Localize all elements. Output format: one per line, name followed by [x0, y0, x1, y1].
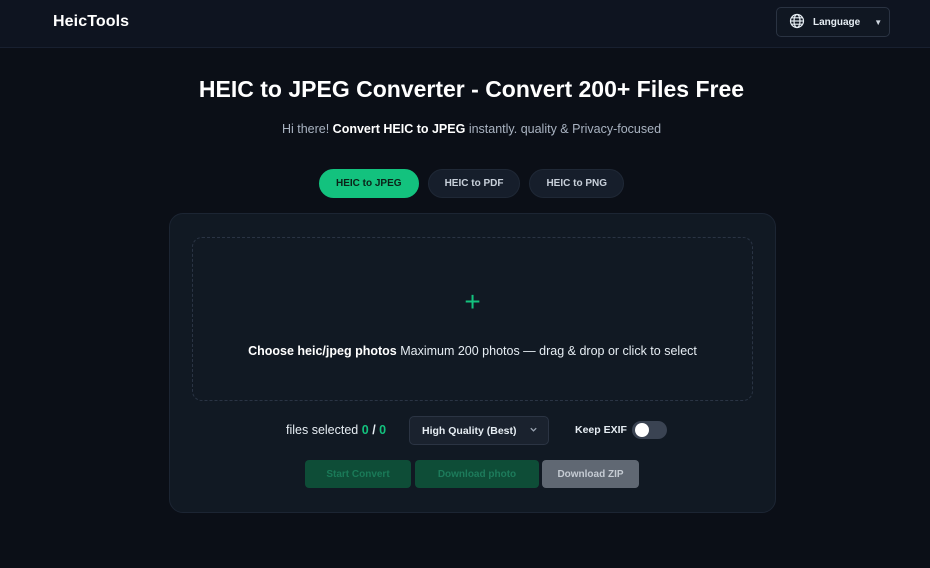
- dropzone-bold-text: Choose heic/jpeg photos: [248, 344, 397, 358]
- toggle-knob: [635, 423, 649, 437]
- top-header: HeicTools Language ▼: [0, 0, 930, 48]
- converter-card: + Choose heic/jpeg photos Maximum 200 ph…: [169, 213, 776, 513]
- converter-tabs: HEIC to JPEG HEIC to PDF HEIC to PNG: [0, 169, 930, 198]
- quality-selected-value: High Quality (Best): [422, 424, 517, 437]
- globe-icon: [789, 13, 805, 32]
- files-selected-label: files selected: [286, 423, 359, 437]
- keep-exif-toggle[interactable]: [632, 421, 667, 439]
- logo[interactable]: HeicTools: [53, 13, 129, 31]
- total-count: 0: [379, 423, 387, 437]
- selected-count: 0: [361, 423, 369, 437]
- dropzone-hint: Maximum 200 photos — drag & drop or clic…: [396, 344, 697, 358]
- options-row: files selected 0 / 0 High Quality (Best)…: [170, 415, 775, 445]
- tab-heic-to-png[interactable]: HEIC to PNG: [529, 169, 625, 198]
- download-zip-button[interactable]: Download ZIP: [542, 460, 639, 488]
- start-convert-button[interactable]: Start Convert: [305, 460, 411, 488]
- file-dropzone[interactable]: + Choose heic/jpeg photos Maximum 200 ph…: [192, 237, 753, 401]
- quality-select[interactable]: High Quality (Best): [409, 416, 549, 445]
- tab-heic-to-jpeg[interactable]: HEIC to JPEG: [318, 169, 419, 198]
- count-separator: /: [372, 423, 376, 437]
- page-title: HEIC to JPEG Converter - Convert 200+ Fi…: [198, 76, 745, 102]
- language-label: Language: [813, 16, 861, 28]
- subtitle-bold: Convert HEIC to JPEG: [332, 122, 466, 136]
- language-button[interactable]: Language ▼: [776, 7, 890, 37]
- subtitle-suffix: instantly. quality & Privacy-focused: [465, 122, 662, 136]
- dropzone-text: Choose heic/jpeg photos Maximum 200 phot…: [193, 344, 752, 358]
- files-selected-counter: files selected 0 / 0: [286, 423, 386, 437]
- page-subtitle: Hi there! Convert HEIC to JPEG instantly…: [0, 122, 930, 136]
- tab-heic-to-pdf[interactable]: HEIC to PDF: [427, 169, 521, 198]
- keep-exif-label: Keep EXIF: [575, 424, 627, 436]
- download-photo-button[interactable]: Download photo: [415, 460, 539, 488]
- caret-down-icon: ▼: [874, 17, 883, 27]
- action-buttons: Start Convert Download photo Download ZI…: [170, 460, 775, 488]
- plus-icon: +: [464, 286, 481, 317]
- chevron-down-icon: [529, 425, 538, 436]
- subtitle-prefix: Hi there!: [281, 122, 333, 136]
